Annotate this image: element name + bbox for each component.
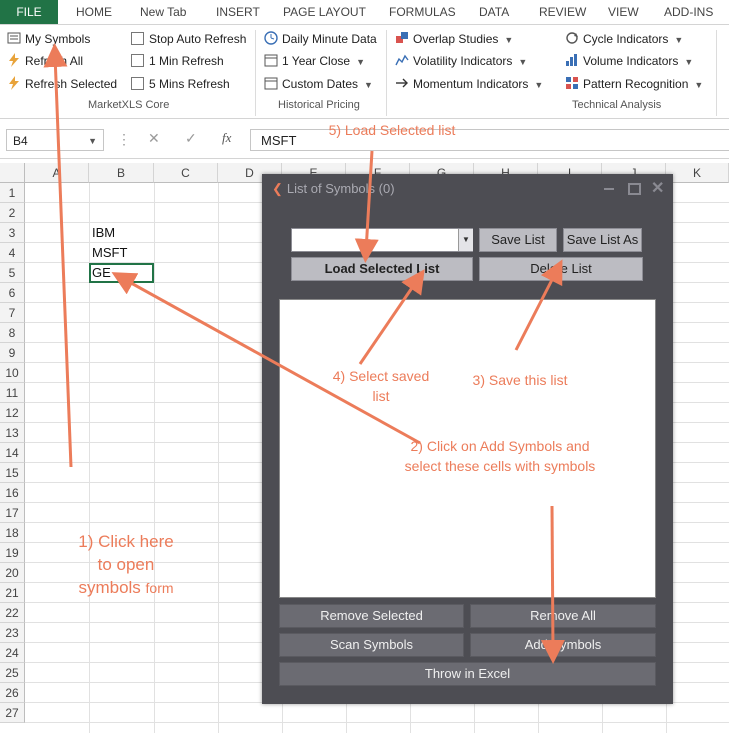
annotation-step4: 4) Select saved list bbox=[332, 368, 430, 405]
annotation-step5: 5) Load Selected list bbox=[328, 122, 456, 138]
arrow-step2 bbox=[111, 272, 421, 445]
annotation-step3: 3) Save this list bbox=[472, 372, 568, 388]
arrow-step4 bbox=[358, 269, 425, 365]
arrow-step1 bbox=[43, 43, 73, 468]
arrow-step5 bbox=[354, 150, 379, 263]
arrow-step2-add bbox=[540, 505, 565, 664]
arrow-step3 bbox=[514, 259, 563, 351]
annotation-step2: 2) Click on Add Symbols and select these… bbox=[404, 438, 596, 475]
annotation-step1: 1) Click here to open symbols form bbox=[78, 532, 174, 597]
